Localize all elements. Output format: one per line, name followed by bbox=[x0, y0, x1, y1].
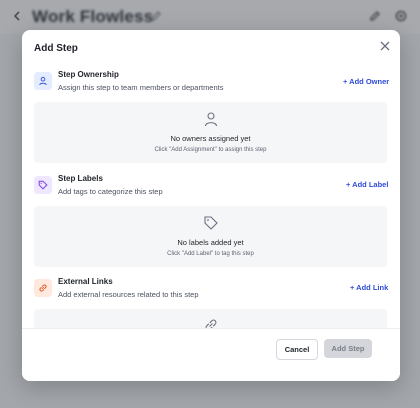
links-subtitle: Add external resources related to this s… bbox=[58, 290, 199, 299]
links-title: External Links bbox=[58, 277, 113, 286]
add-step-button[interactable]: Add Step bbox=[324, 339, 372, 358]
ownership-subtitle: Assign this step to team members or depa… bbox=[58, 83, 224, 92]
user-icon bbox=[39, 76, 47, 86]
owners-empty-state: No owners assigned yet Click "Add Assign… bbox=[34, 102, 387, 163]
tag-icon bbox=[38, 180, 48, 190]
labels-empty-hint: Click "Add Label" to tag this step bbox=[167, 251, 254, 257]
cancel-button[interactable]: Cancel bbox=[276, 339, 318, 360]
add-label-button[interactable]: + Add Label bbox=[346, 180, 388, 189]
ownership-title: Step Ownership bbox=[58, 70, 119, 79]
labels-empty-state: No labels added yet Click "Add Label" to… bbox=[34, 206, 387, 267]
add-step-dialog: Add Step Step Ownership Assign this step… bbox=[22, 30, 400, 381]
close-icon[interactable] bbox=[378, 39, 392, 53]
owners-empty-title: No owners assigned yet bbox=[170, 134, 251, 143]
labels-title: Step Labels bbox=[58, 174, 103, 183]
ownership-section-icon bbox=[34, 72, 52, 90]
labels-subtitle: Add tags to categorize this step bbox=[58, 187, 163, 196]
link-icon bbox=[39, 284, 47, 292]
tag-placeholder-icon bbox=[203, 216, 218, 230]
labels-section-icon bbox=[34, 176, 52, 194]
links-section-icon bbox=[34, 279, 52, 297]
add-link-button[interactable]: + Add Link bbox=[350, 283, 388, 292]
labels-empty-title: No labels added yet bbox=[177, 238, 244, 247]
dialog-footer: Cancel Add Step bbox=[22, 328, 400, 381]
owners-empty-hint: Click "Add Assignment" to assign this st… bbox=[154, 147, 267, 153]
user-placeholder-icon bbox=[204, 112, 217, 127]
dialog-title: Add Step bbox=[34, 43, 78, 54]
add-owner-button[interactable]: + Add Owner bbox=[343, 77, 389, 86]
